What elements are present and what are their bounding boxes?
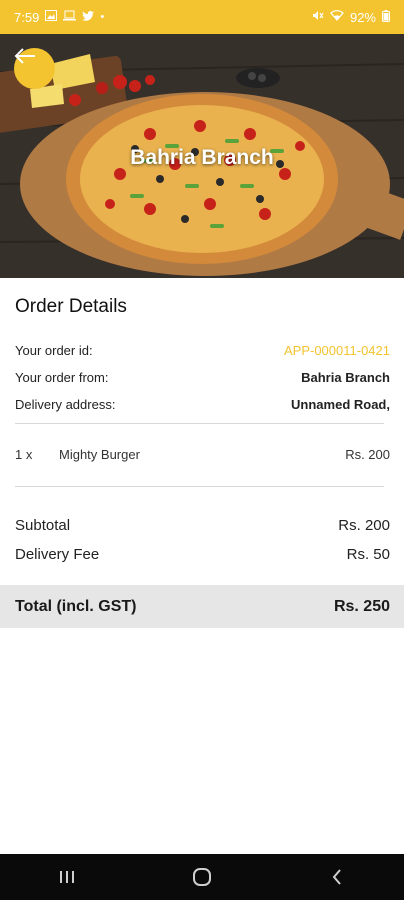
order-id-row: Your order id: APP-000011-0421 [15, 343, 390, 358]
item-price: Rs. 200 [345, 447, 390, 462]
dot-icon: • [100, 10, 105, 23]
order-from-label: Your order from: [15, 370, 109, 385]
home-button[interactable] [172, 859, 232, 895]
subtotal-label: Subtotal [15, 517, 71, 534]
system-back-button[interactable] [307, 859, 367, 895]
battery-icon [382, 9, 390, 25]
gallery-icon [45, 10, 58, 24]
order-details-heading: Order Details [15, 296, 127, 317]
divider [15, 423, 384, 424]
order-from-value: Bahria Branch [301, 370, 390, 385]
status-left: 7:59 • [14, 10, 104, 25]
battery-percent: 92% [349, 9, 376, 25]
delivery-address-value: Unnamed Road, [291, 397, 390, 412]
total-value: Rs. 250 [333, 597, 390, 615]
order-from-row: Your order from: Bahria Branch [15, 370, 390, 385]
delivery-address-label: Delivery address: [15, 397, 116, 412]
delivery-fee-row: Delivery Fee Rs. 50 [15, 546, 390, 563]
status-bar: 7:59 • 92% [0, 0, 404, 34]
order-id-label: Your order id: [15, 343, 93, 358]
list-item: 1 x Mighty Burger Rs. 200 [15, 447, 390, 462]
subtotal-value: Rs. 200 [338, 517, 390, 534]
recents-button[interactable] [37, 859, 97, 895]
item-quantity: 1 x [15, 447, 33, 462]
delivery-fee-value: Rs. 50 [346, 546, 390, 563]
item-name: Mighty Burger [59, 447, 140, 462]
wifi-icon [330, 10, 344, 24]
laptop-icon [63, 10, 77, 24]
hero-banner: Bahria Branch [0, 34, 404, 278]
twitter-icon [82, 10, 95, 24]
back-icon [332, 869, 341, 885]
back-button[interactable] [14, 48, 55, 89]
branch-title: Bahria Branch [130, 146, 274, 169]
total-row: Total (incl. GST) Rs. 250 [0, 585, 404, 628]
recents-icon [60, 871, 75, 883]
total-label: Total (incl. GST) [15, 597, 137, 615]
subtotal-row: Subtotal Rs. 200 [15, 517, 390, 534]
status-right: 92% [312, 9, 390, 25]
mute-icon [312, 10, 324, 24]
delivery-address-row: Delivery address: Unnamed Road, [15, 397, 390, 412]
divider [15, 486, 384, 487]
delivery-fee-label: Delivery Fee [15, 546, 100, 563]
arrow-left-icon [14, 48, 35, 64]
home-icon [192, 868, 211, 886]
system-nav-bar [0, 854, 404, 900]
status-time: 7:59 [14, 9, 40, 25]
order-id-value: APP-000011-0421 [283, 343, 390, 358]
